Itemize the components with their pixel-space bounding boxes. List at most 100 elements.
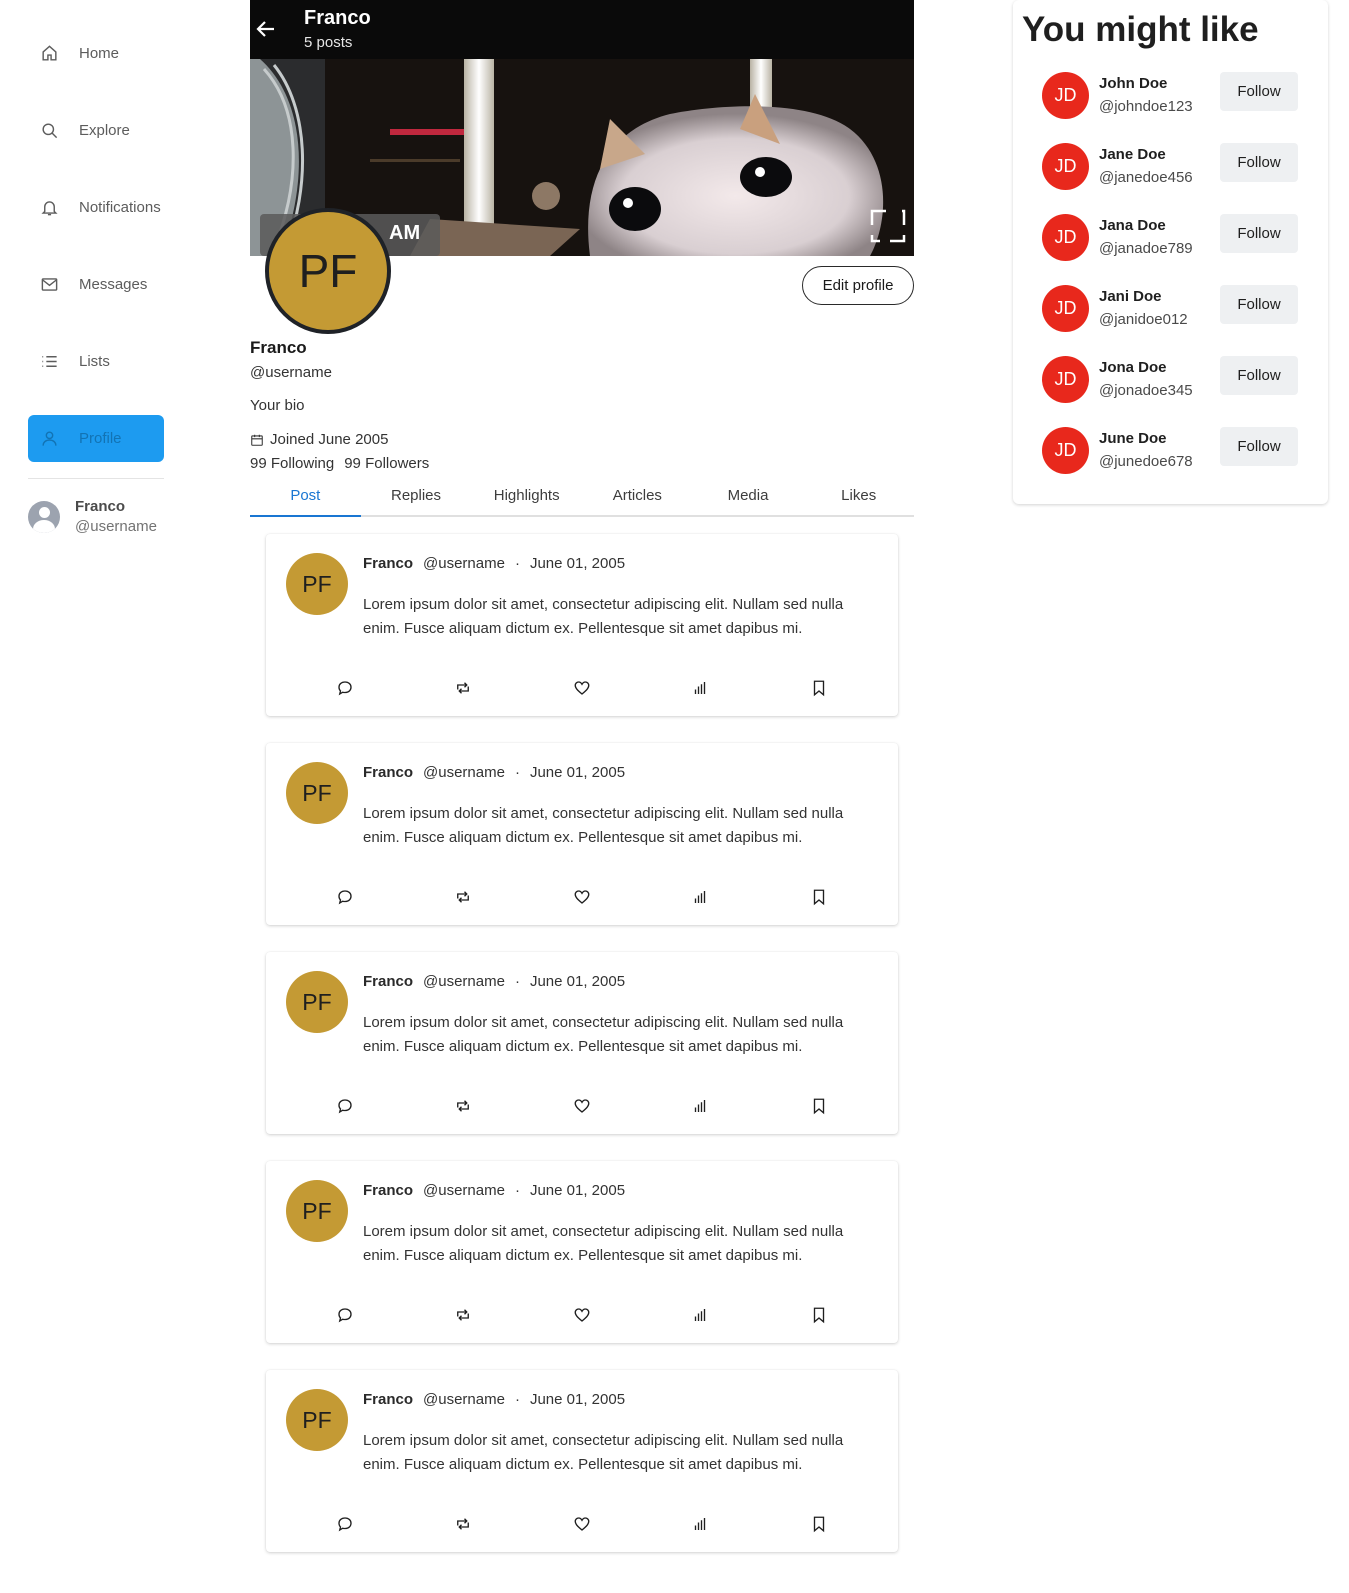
suggestion-item: JD Jane Doe @janedoe456 Follow: [1013, 143, 1328, 199]
post-avatar[interactable]: PF: [286, 1180, 348, 1242]
follow-button[interactable]: Follow: [1220, 285, 1298, 324]
bookmark-icon[interactable]: [809, 1514, 829, 1534]
heart-icon[interactable]: [572, 1305, 592, 1325]
profile-avatar[interactable]: PF: [265, 208, 391, 334]
heart-icon[interactable]: [572, 678, 592, 698]
banner-timestamp: AM: [389, 222, 420, 244]
suggestion-item: JD Jona Doe @jonadoe345 Follow: [1013, 356, 1328, 412]
suggestion-handle: @junedoe678: [1099, 453, 1193, 470]
post-card[interactable]: PF Franco @username · June 01, 2005 Lore…: [266, 534, 898, 716]
post-card[interactable]: PF Franco @username · June 01, 2005 Lore…: [266, 952, 898, 1134]
post-text: Lorem ipsum dolor sit amet, consectetur …: [363, 1223, 844, 1264]
suggestion-name[interactable]: June Doe: [1099, 430, 1167, 447]
followers-count[interactable]: 99 Followers: [344, 455, 429, 472]
comment-icon[interactable]: [335, 1305, 355, 1325]
follow-button[interactable]: Follow: [1220, 214, 1298, 253]
sidebar-item-lists[interactable]: Lists: [28, 338, 164, 385]
heart-icon[interactable]: [572, 887, 592, 907]
post-avatar[interactable]: PF: [286, 553, 348, 615]
retweet-icon[interactable]: [453, 887, 473, 907]
sidebar-item-profile[interactable]: Profile: [28, 415, 164, 462]
back-arrow-icon[interactable]: [254, 17, 278, 41]
post-card[interactable]: PF Franco @username · June 01, 2005 Lore…: [266, 743, 898, 925]
profile-joined: Joined June 2005: [250, 431, 388, 448]
post-actions: [266, 1305, 898, 1325]
post-author[interactable]: Franco: [363, 764, 413, 781]
avatar[interactable]: JD: [1042, 427, 1089, 474]
sidebar-item-explore[interactable]: Explore: [28, 107, 164, 154]
follow-button[interactable]: Follow: [1220, 72, 1298, 111]
bookmark-icon[interactable]: [809, 678, 829, 698]
follow-button[interactable]: Follow: [1220, 356, 1298, 395]
joined-text: Joined June 2005: [270, 431, 389, 448]
suggestion-name[interactable]: Jane Doe: [1099, 146, 1166, 163]
account-switcher[interactable]: Franco @username: [28, 497, 164, 537]
post-author[interactable]: Franco: [363, 555, 413, 572]
comment-icon[interactable]: [335, 678, 355, 698]
stats-icon[interactable]: [690, 1305, 710, 1325]
stats-icon[interactable]: [690, 1514, 710, 1534]
post-avatar[interactable]: PF: [286, 1389, 348, 1451]
tab-highlights[interactable]: Highlights: [471, 481, 582, 515]
profile-follow-stats: 99 Following 99 Followers: [250, 455, 429, 472]
post-card[interactable]: PF Franco @username · June 01, 2005 Lore…: [266, 1161, 898, 1343]
sidebar-item-messages[interactable]: Messages: [28, 261, 164, 308]
post-handle: @username: [423, 973, 505, 990]
tab-post[interactable]: Post: [250, 481, 361, 517]
retweet-icon[interactable]: [453, 1514, 473, 1534]
avatar[interactable]: JD: [1042, 285, 1089, 332]
suggestion-name[interactable]: Jani Doe: [1099, 288, 1162, 305]
sidebar: Home Explore Notifications Messages List…: [28, 30, 164, 537]
suggestion-name[interactable]: Jana Doe: [1099, 217, 1166, 234]
suggestion-handle: @janadoe789: [1099, 240, 1193, 257]
sidebar-item-notifications[interactable]: Notifications: [28, 184, 164, 231]
heart-icon[interactable]: [572, 1514, 592, 1534]
sidebar-divider: [28, 478, 164, 479]
stats-icon[interactable]: [690, 887, 710, 907]
suggestion-handle: @janedoe456: [1099, 169, 1193, 186]
heart-icon[interactable]: [572, 1096, 592, 1116]
post-author[interactable]: Franco: [363, 1391, 413, 1408]
post-author[interactable]: Franco: [363, 973, 413, 990]
suggestion-name[interactable]: Jona Doe: [1099, 359, 1167, 376]
post-separator: ·: [514, 555, 520, 572]
follow-button[interactable]: Follow: [1220, 427, 1298, 466]
sidebar-item-home[interactable]: Home: [28, 30, 164, 77]
post-card[interactable]: PF Franco @username · June 01, 2005 Lore…: [266, 1370, 898, 1552]
comment-icon[interactable]: [335, 887, 355, 907]
post-actions: [266, 678, 898, 698]
avatar[interactable]: JD: [1042, 356, 1089, 403]
retweet-icon[interactable]: [453, 678, 473, 698]
post-avatar[interactable]: PF: [286, 762, 348, 824]
retweet-icon[interactable]: [453, 1305, 473, 1325]
bell-icon: [39, 198, 59, 218]
avatar[interactable]: JD: [1042, 72, 1089, 119]
bookmark-icon[interactable]: [809, 887, 829, 907]
stats-icon[interactable]: [690, 1096, 710, 1116]
retweet-icon[interactable]: [453, 1096, 473, 1116]
profile-header-bar: Franco 5 posts: [250, 0, 914, 59]
post-header: Franco @username · June 01, 2005: [363, 1391, 625, 1408]
avatar[interactable]: JD: [1042, 214, 1089, 261]
edit-profile-button[interactable]: Edit profile: [802, 266, 914, 305]
avatar[interactable]: JD: [1042, 143, 1089, 190]
post-date: June 01, 2005: [529, 764, 626, 781]
tab-media[interactable]: Media: [693, 481, 804, 515]
sidebar-item-label: Explore: [79, 122, 130, 139]
stats-icon[interactable]: [690, 678, 710, 698]
tab-likes[interactable]: Likes: [803, 481, 914, 515]
follow-button[interactable]: Follow: [1220, 143, 1298, 182]
post-author[interactable]: Franco: [363, 1182, 413, 1199]
post-avatar[interactable]: PF: [286, 971, 348, 1033]
comment-icon[interactable]: [335, 1514, 355, 1534]
bookmark-icon[interactable]: [809, 1305, 829, 1325]
post-header: Franco @username · June 01, 2005: [363, 973, 625, 990]
suggestion-name[interactable]: John Doe: [1099, 75, 1167, 92]
following-count[interactable]: 99 Following: [250, 455, 334, 472]
post-actions: [266, 887, 898, 907]
search-icon: [39, 121, 59, 141]
comment-icon[interactable]: [335, 1096, 355, 1116]
bookmark-icon[interactable]: [809, 1096, 829, 1116]
tab-replies[interactable]: Replies: [361, 481, 472, 515]
tab-articles[interactable]: Articles: [582, 481, 693, 515]
